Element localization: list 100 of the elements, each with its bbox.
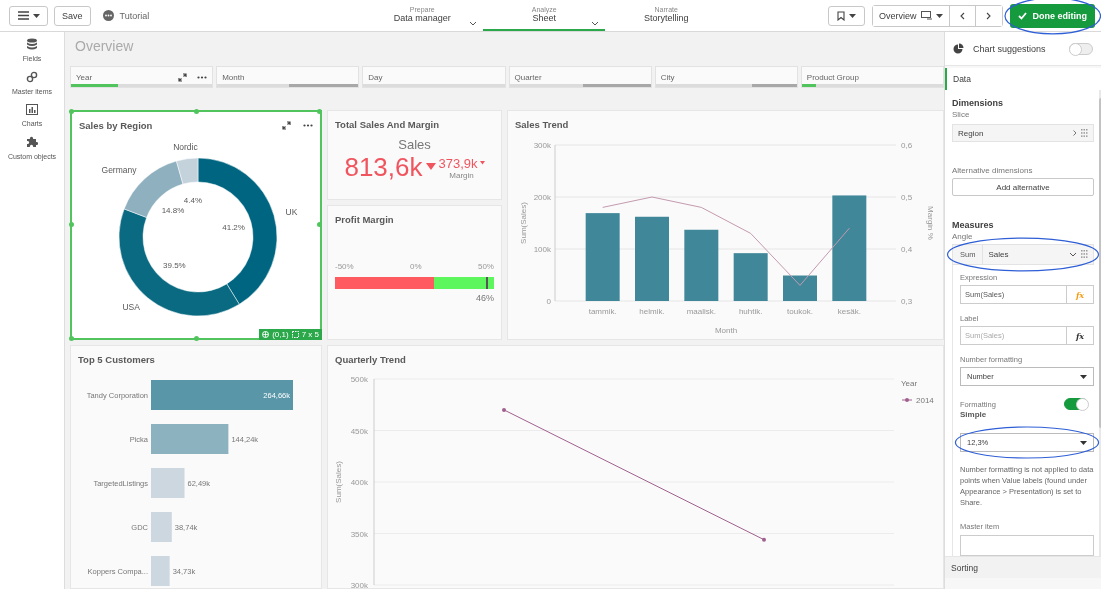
resize-handle[interactable] bbox=[317, 222, 322, 227]
line-series[interactable] bbox=[602, 196, 850, 286]
axis-tick-label: maalisk. bbox=[686, 307, 716, 316]
caret-icon bbox=[935, 13, 943, 18]
axis-title: Sum(Sales) bbox=[334, 461, 343, 503]
filter-pane[interactable]: Quarter bbox=[508, 66, 652, 88]
slice-value: 39.5% bbox=[163, 261, 186, 271]
save-button[interactable]: Save bbox=[54, 5, 91, 26]
dropdown-arrow-icon bbox=[1080, 440, 1087, 445]
dimension-item[interactable]: Region bbox=[952, 124, 1094, 143]
resize-handle[interactable] bbox=[194, 336, 199, 341]
kpi-secondary-value: 373,9k bbox=[438, 156, 478, 171]
bar[interactable] bbox=[783, 275, 817, 301]
done-editing-button[interactable]: Done editing bbox=[1009, 3, 1095, 28]
toggle-switch[interactable] bbox=[1064, 398, 1088, 410]
resize-handle[interactable] bbox=[69, 336, 74, 341]
sheet-icon bbox=[920, 11, 932, 20]
caret-icon bbox=[849, 13, 856, 18]
puzzle-icon bbox=[26, 136, 38, 148]
slice-label: Nordic bbox=[173, 141, 198, 152]
axis-tick-label: toukok. bbox=[787, 307, 813, 316]
chart-card[interactable]: Sales by Region UK 41.2% USA 39.5% Germany 14.8% Nordic 4.4% (0,1) 7 x 5 bbox=[70, 110, 322, 340]
resize-handle[interactable] bbox=[317, 109, 322, 114]
legend-item[interactable]: 2014 bbox=[916, 396, 934, 405]
slice-label: UK bbox=[285, 207, 298, 218]
caret-icon bbox=[32, 13, 40, 18]
pie-chart-icon bbox=[953, 43, 964, 54]
menu-button[interactable] bbox=[9, 5, 48, 26]
chevron-right-icon bbox=[986, 11, 991, 20]
bar[interactable] bbox=[585, 213, 620, 301]
axis-tick-label: 0,3 bbox=[901, 297, 913, 306]
expand-icon[interactable] bbox=[178, 72, 188, 82]
sheet-title: Overview bbox=[75, 38, 135, 56]
legend-title: Year bbox=[901, 379, 918, 388]
panel-section[interactable]: Sorting bbox=[945, 556, 1101, 578]
axis-title: Sum(Sales) bbox=[519, 202, 528, 244]
filter-pane[interactable]: Year bbox=[70, 66, 214, 88]
grid-size: 7 x 5 bbox=[301, 330, 319, 339]
slice-label: USA bbox=[122, 302, 140, 313]
axis-tick-label: 400k bbox=[350, 478, 368, 487]
more-icon[interactable] bbox=[197, 75, 208, 79]
check-icon bbox=[1017, 11, 1027, 20]
chart-title: Sales Trend bbox=[515, 118, 569, 130]
chevron-left-icon bbox=[959, 11, 965, 20]
tutorial-link[interactable]: Tutorial bbox=[119, 10, 150, 21]
chevron-down-icon bbox=[1069, 252, 1077, 257]
axis-title: Margin % bbox=[926, 206, 935, 240]
gauge-tick-label: -50% bbox=[335, 262, 354, 271]
resize-handle[interactable] bbox=[69, 222, 74, 227]
filter-pane[interactable]: Month bbox=[216, 66, 360, 88]
filter-pane[interactable]: Day bbox=[362, 66, 506, 88]
add-alternative-button[interactable]: Add alternative bbox=[952, 178, 1094, 196]
drag-handle-icon[interactable] bbox=[1081, 250, 1088, 259]
gauge-tick-label: 50% bbox=[477, 262, 494, 271]
section-heading: Measures bbox=[952, 220, 995, 230]
panel-tab[interactable]: Data bbox=[945, 68, 1101, 90]
master-item-field[interactable] bbox=[960, 535, 1094, 556]
bar[interactable] bbox=[832, 195, 867, 301]
bookmark-button[interactable] bbox=[828, 5, 865, 26]
down-triangle-icon bbox=[479, 161, 485, 165]
chart-title: Quarterly Trend bbox=[335, 353, 406, 365]
field-label: Simple bbox=[960, 410, 988, 419]
axis-tick-label: 0,5 bbox=[901, 193, 913, 202]
expression-editor-button[interactable]: fx bbox=[1066, 327, 1093, 344]
section-heading: Dimensions bbox=[952, 98, 1004, 108]
resize-handle[interactable] bbox=[194, 109, 199, 114]
sheet-selector[interactable]: Overview bbox=[873, 5, 950, 26]
more-icon[interactable] bbox=[303, 123, 313, 127]
bar[interactable] bbox=[151, 380, 293, 410]
toggle-switch[interactable] bbox=[1069, 42, 1093, 55]
tutorial-icon[interactable] bbox=[102, 10, 114, 21]
bar[interactable] bbox=[684, 229, 719, 301]
chart-title: Sales by Region bbox=[79, 119, 153, 131]
size-icon bbox=[291, 331, 299, 338]
menu-icon bbox=[17, 11, 29, 20]
axis-tick-label: 350k bbox=[350, 529, 368, 539]
expand-icon[interactable] bbox=[282, 120, 291, 130]
drag-handle-icon[interactable] bbox=[1081, 128, 1088, 138]
kpi-label: Sales bbox=[398, 137, 431, 152]
kpi-secondary-label: Margin bbox=[449, 171, 474, 180]
filter-pane[interactable]: Product Group bbox=[800, 66, 944, 88]
link-icon bbox=[26, 71, 38, 83]
axis-tick-label: helmik. bbox=[639, 307, 665, 316]
axis-tick-label: 450k bbox=[350, 426, 368, 436]
chart-title: Top 5 Customers bbox=[78, 353, 155, 365]
slice-value: 4.4% bbox=[183, 196, 202, 206]
dropdown-arrow-icon bbox=[1080, 374, 1087, 379]
chevron-down-icon[interactable] bbox=[591, 21, 600, 26]
chevron-down-icon[interactable] bbox=[469, 21, 478, 26]
axis-tick-label: 0 bbox=[546, 297, 551, 306]
field-label: Slice bbox=[952, 110, 971, 119]
panel-title: Chart suggestions bbox=[973, 43, 1046, 54]
filter-pane[interactable]: City bbox=[654, 66, 798, 88]
bar[interactable] bbox=[733, 253, 768, 301]
chart-title: Total Sales And Margin bbox=[335, 118, 439, 130]
gauge-tick-label: 0% bbox=[410, 262, 422, 271]
axis-tick-label: 100k bbox=[533, 245, 551, 254]
kpi-value: 813,6k bbox=[344, 152, 423, 182]
resize-handle[interactable] bbox=[69, 109, 74, 114]
axis-tick-label: tammik. bbox=[588, 307, 617, 316]
